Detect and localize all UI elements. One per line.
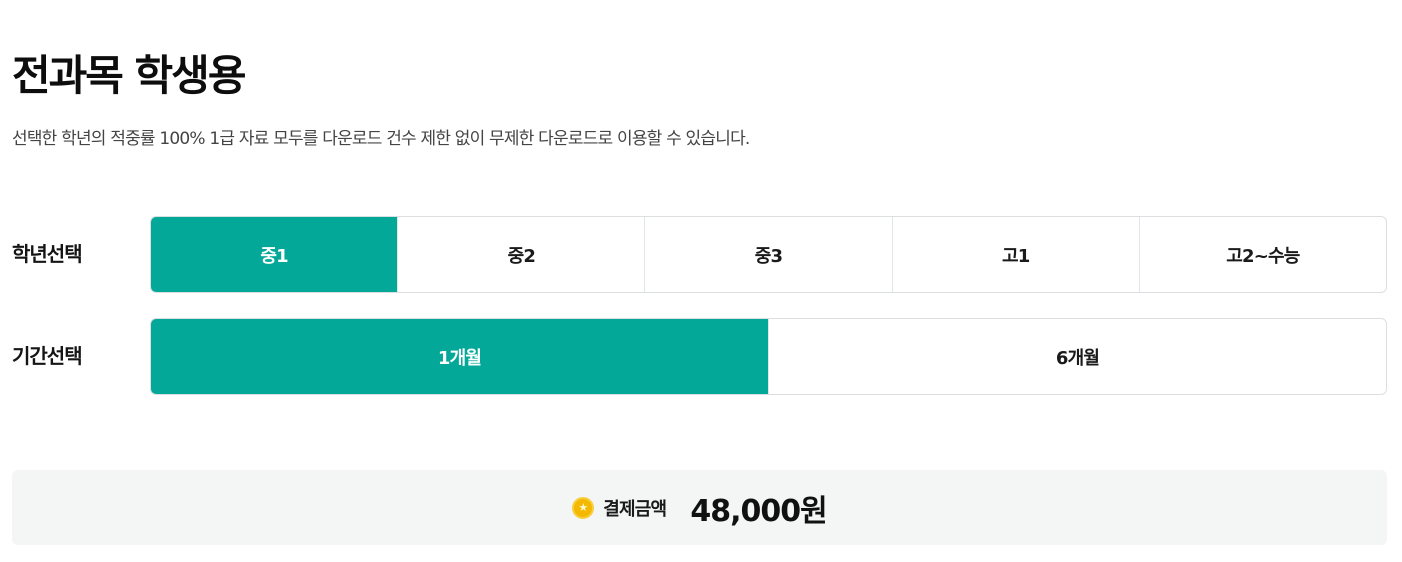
period-selector: 1개월 6개월 [150, 318, 1387, 395]
page-title: 전과목 학생용 [12, 51, 246, 100]
grade-option-middle-3[interactable]: 중3 [644, 217, 891, 292]
grade-select-label: 학년선택 [12, 242, 83, 266]
grade-option-high-2-to-csat[interactable]: 고2~수능 [1138, 217, 1386, 292]
grade-option-middle-2[interactable]: 중2 [397, 217, 644, 292]
period-option-1-month[interactable]: 1개월 [151, 319, 768, 394]
coin-icon: ★ [572, 496, 595, 519]
payment-amount: 48,000원 [690, 493, 827, 529]
grade-selector: 중1 중2 중3 고1 고2~수능 [150, 216, 1387, 293]
payment-summary: ★ 결제금액 48,000원 [12, 470, 1387, 545]
period-select-label: 기간선택 [12, 344, 83, 368]
grade-option-high-1[interactable]: 고1 [891, 217, 1139, 292]
period-option-6-months[interactable]: 6개월 [768, 319, 1386, 394]
page-description: 선택한 학년의 적중률 100% 1급 자료 모두를 다운로드 건수 제한 없이… [12, 129, 750, 149]
pricing-panel: 전과목 학생용 선택한 학년의 적중률 100% 1급 자료 모두를 다운로드 … [0, 0, 1402, 562]
grade-option-middle-1[interactable]: 중1 [151, 217, 398, 292]
payment-label: 결제금액 [603, 498, 667, 520]
